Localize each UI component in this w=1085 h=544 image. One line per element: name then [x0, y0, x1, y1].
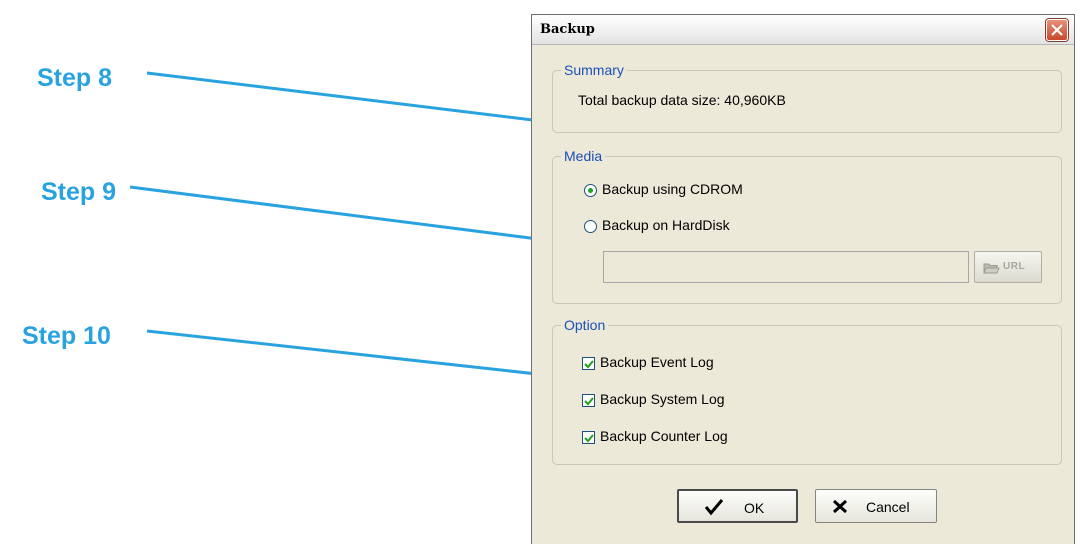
checkmark-icon — [584, 360, 594, 369]
x-icon — [832, 499, 848, 514]
backup-path-input[interactable] — [603, 251, 969, 283]
title-bar[interactable]: Backup — [532, 15, 1074, 45]
step-9-pointer — [129, 185, 539, 241]
dialog-title: Backup — [540, 22, 595, 37]
cancel-button[interactable]: Cancel — [815, 489, 937, 523]
ok-button[interactable]: OK — [677, 489, 798, 523]
step-8-pointer — [146, 71, 542, 123]
ok-button-label: OK — [744, 500, 765, 516]
event-log-checkbox[interactable] — [582, 357, 595, 370]
backup-size-text: Total backup data size: 40,960KB — [578, 92, 786, 108]
step-10-pointer — [146, 329, 547, 377]
system-log-checkbox[interactable] — [582, 394, 595, 407]
radio-selected-dot — [588, 188, 593, 193]
checkmark-icon — [704, 499, 724, 516]
checkmark-icon — [584, 397, 594, 406]
backup-dialog: Backup Summary Total backup data size: 4… — [531, 14, 1075, 544]
cancel-button-label: Cancel — [866, 499, 910, 515]
folder-open-icon — [983, 263, 1000, 274]
counter-log-checkbox[interactable] — [582, 431, 595, 444]
cdrom-radio-label[interactable]: Backup using CDROM — [602, 181, 743, 197]
cdrom-radio[interactable] — [584, 184, 597, 197]
url-button-label: URL — [1003, 261, 1026, 272]
counter-log-label[interactable]: Backup Counter Log — [600, 428, 728, 444]
summary-legend: Summary — [561, 62, 627, 78]
harddisk-radio-label[interactable]: Backup on HardDisk — [602, 217, 730, 233]
checkmark-icon — [584, 434, 594, 443]
option-legend: Option — [561, 317, 609, 333]
close-icon — [1051, 24, 1063, 36]
harddisk-radio[interactable] — [584, 220, 597, 233]
url-browse-button[interactable]: URL — [974, 251, 1042, 283]
event-log-label[interactable]: Backup Event Log — [600, 354, 714, 370]
close-button[interactable] — [1046, 19, 1068, 41]
system-log-label[interactable]: Backup System Log — [600, 391, 725, 407]
media-legend: Media — [561, 148, 606, 164]
